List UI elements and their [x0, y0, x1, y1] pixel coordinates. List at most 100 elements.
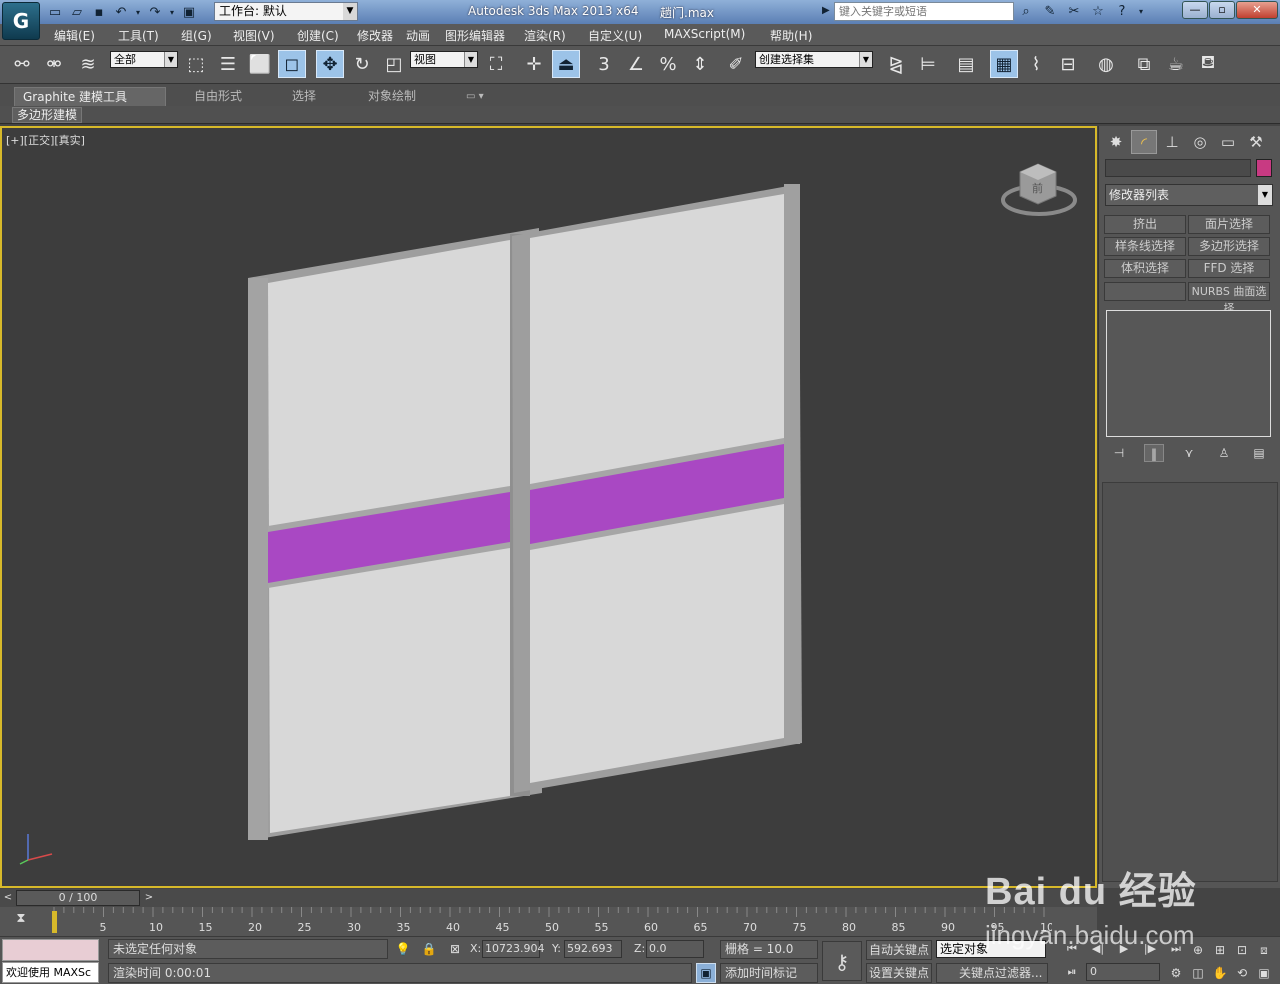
menu-maxscript[interactable]: MAXScript(M)	[664, 27, 745, 41]
link-icon[interactable]: ⚯	[8, 50, 36, 78]
empty-modifier-button[interactable]	[1104, 282, 1186, 301]
menu-views[interactable]: 视图(V)	[233, 27, 275, 44]
menu-tools[interactable]: 工具(T)	[118, 27, 159, 44]
previous-frame-icon[interactable]: <	[2, 891, 14, 905]
edit-named-selection-icon[interactable]: ✐	[722, 50, 750, 78]
render-production-icon[interactable]: ⛾	[1194, 50, 1222, 78]
menu-help[interactable]: 帮助(H)	[770, 27, 812, 44]
menu-create[interactable]: 创建(C)	[297, 27, 339, 44]
maximize-viewport-icon[interactable]: ▣	[1254, 963, 1274, 983]
percent-snap-icon[interactable]: %	[654, 50, 682, 78]
mirror-icon[interactable]: ⧎	[882, 50, 910, 78]
object-name-field[interactable]	[1105, 159, 1251, 177]
viewcube[interactable]: 前	[1001, 163, 1077, 216]
save-icon[interactable]: ▪	[90, 3, 108, 21]
key-filters-button[interactable]: 关键点过滤器...	[936, 963, 1048, 983]
workspace-dropdown[interactable]: 工作台: 默认 ▼	[214, 2, 358, 21]
motion-tab-icon[interactable]: ◎	[1187, 130, 1213, 154]
select-scale-icon[interactable]: ◰	[380, 50, 408, 78]
polygon-modeling-panel[interactable]: 多边形建模	[12, 107, 83, 123]
frame-ruler[interactable]: 5 10 15 20 25 30 35 40 45 50 55 60 65 70 75 80 85 90 95 100	[52, 907, 1052, 936]
field-of-view-icon[interactable]: ◫	[1188, 963, 1208, 983]
select-manipulate-icon[interactable]: ✛	[520, 50, 548, 78]
restore-button[interactable]: ▫	[1209, 1, 1235, 19]
bind-space-warp-icon[interactable]: ≋	[74, 50, 102, 78]
tab-selection[interactable]: 选择	[284, 87, 324, 106]
z-coordinate-field[interactable]: 0.0	[646, 940, 704, 958]
selection-set-dropdown[interactable]: 选定对象	[936, 940, 1046, 958]
configure-modifier-sets-icon[interactable]: ▤	[1249, 444, 1269, 462]
menu-modifiers[interactable]: 修改器	[357, 27, 393, 44]
align-icon[interactable]: ⊨	[914, 50, 942, 78]
help-icon[interactable]: ?	[1112, 2, 1132, 21]
left-door-panel[interactable]	[248, 228, 542, 840]
next-key-icon[interactable]: |▶	[1140, 940, 1160, 958]
zoom-extents-icon[interactable]: ⊡	[1232, 940, 1252, 960]
menu-graph-editors[interactable]: 图形编辑器	[445, 27, 505, 44]
curve-editor-icon[interactable]: ⌇	[1022, 50, 1050, 78]
zoom-extents-all-icon[interactable]: ⧈	[1254, 940, 1274, 960]
ribbon-options-icon[interactable]: ▭ ▾	[458, 87, 492, 106]
zoom-icon[interactable]: ⊕	[1188, 940, 1208, 960]
close-button[interactable]: ✕	[1236, 1, 1278, 19]
schematic-view-icon[interactable]: ⊟	[1054, 50, 1082, 78]
binoculars-icon[interactable]: ⌕	[1016, 2, 1036, 21]
absolute-transform-icon[interactable]: ⊠	[446, 940, 464, 958]
orbit-icon[interactable]: ⟲	[1232, 963, 1252, 983]
create-tab-icon[interactable]: ✸	[1103, 130, 1129, 154]
select-move-icon[interactable]: ✥	[316, 50, 344, 78]
key-mode-icon[interactable]: ⏯	[1062, 963, 1082, 981]
project-folder-icon[interactable]: ▣	[180, 3, 198, 21]
hierarchy-tab-icon[interactable]: ⊥	[1159, 130, 1185, 154]
track-bar[interactable]: ⧗ 5 10 15 20 25 30 35 40 45 50 55 60 65 70 75 80 85 90 95 1…	[0, 907, 1097, 936]
lock-selection-icon[interactable]: 🔒	[420, 940, 438, 958]
graphite-toggle-icon[interactable]: ▦	[990, 50, 1018, 78]
keyboard-shortcut-override-icon[interactable]: ⏏	[552, 50, 580, 78]
mini-curve-editor-icon[interactable]: ⧗	[10, 911, 32, 931]
next-frame-icon[interactable]: >	[142, 891, 156, 905]
go-to-start-icon[interactable]: ⏮	[1062, 940, 1082, 958]
redo-icon[interactable]: ↷	[146, 3, 164, 21]
spline-select-button[interactable]: 样条线选择	[1104, 237, 1186, 256]
window-crossing-icon[interactable]: ◻	[278, 50, 306, 78]
pivot-center-icon[interactable]: ⛶	[482, 50, 510, 78]
volume-select-button[interactable]: 体积选择	[1104, 259, 1186, 278]
help-dropdown-icon[interactable]: ▾	[1136, 2, 1146, 21]
select-rotate-icon[interactable]: ↻	[348, 50, 376, 78]
make-unique-icon[interactable]: ⋎	[1179, 444, 1199, 462]
current-frame-marker[interactable]	[52, 911, 57, 933]
rectangular-selection-icon[interactable]: ⬜	[246, 50, 274, 78]
scene-canvas[interactable]: 前	[2, 128, 1095, 886]
communication-icon[interactable]: ✂	[1064, 2, 1084, 21]
search-expand-icon[interactable]: ▶	[822, 5, 830, 16]
layer-manager-icon[interactable]: ▤	[952, 50, 980, 78]
display-tab-icon[interactable]: ▭	[1215, 130, 1241, 154]
selection-filter-dropdown[interactable]: 全部 ▼	[110, 51, 178, 68]
menu-group[interactable]: 组(G)	[181, 27, 212, 44]
modify-tab-icon[interactable]: ◜	[1131, 130, 1157, 154]
nurbs-surface-select-button[interactable]: NURBS 曲面选择	[1188, 282, 1270, 315]
ffd-select-button[interactable]: FFD 选择	[1188, 259, 1270, 278]
right-door-panel[interactable]	[512, 184, 802, 793]
select-by-name-icon[interactable]: ☰	[214, 50, 242, 78]
patch-select-button[interactable]: 面片选择	[1188, 215, 1270, 234]
new-file-icon[interactable]: ▭	[46, 3, 64, 21]
menu-rendering[interactable]: 渲染(R)	[524, 27, 566, 44]
favorites-star-icon[interactable]: ☆	[1088, 2, 1108, 21]
modifier-stack[interactable]	[1106, 310, 1271, 437]
app-logo-button[interactable]: G	[2, 2, 40, 40]
play-icon[interactable]: ▶	[1114, 940, 1134, 958]
extrude-button[interactable]: 挤出	[1104, 215, 1186, 234]
undo-dropdown-icon[interactable]: ▾	[134, 3, 142, 21]
time-config-icon[interactable]: ⚙	[1166, 963, 1186, 983]
redo-dropdown-icon[interactable]: ▾	[168, 3, 176, 21]
undo-icon[interactable]: ↶	[112, 3, 130, 21]
previous-key-icon[interactable]: ◀|	[1088, 940, 1108, 958]
utilities-tab-icon[interactable]: ⚒	[1243, 130, 1269, 154]
maxscript-welcome[interactable]: 欢迎使用 MAXSc	[2, 962, 99, 983]
tab-object-paint[interactable]: 对象绘制	[360, 87, 424, 106]
rendered-frame-window-icon[interactable]: ☕	[1162, 50, 1190, 78]
select-object-icon[interactable]: ⬚	[182, 50, 210, 78]
set-key-button[interactable]: 设置关键点	[866, 963, 932, 983]
auto-key-button[interactable]: 自动关键点	[866, 940, 932, 960]
